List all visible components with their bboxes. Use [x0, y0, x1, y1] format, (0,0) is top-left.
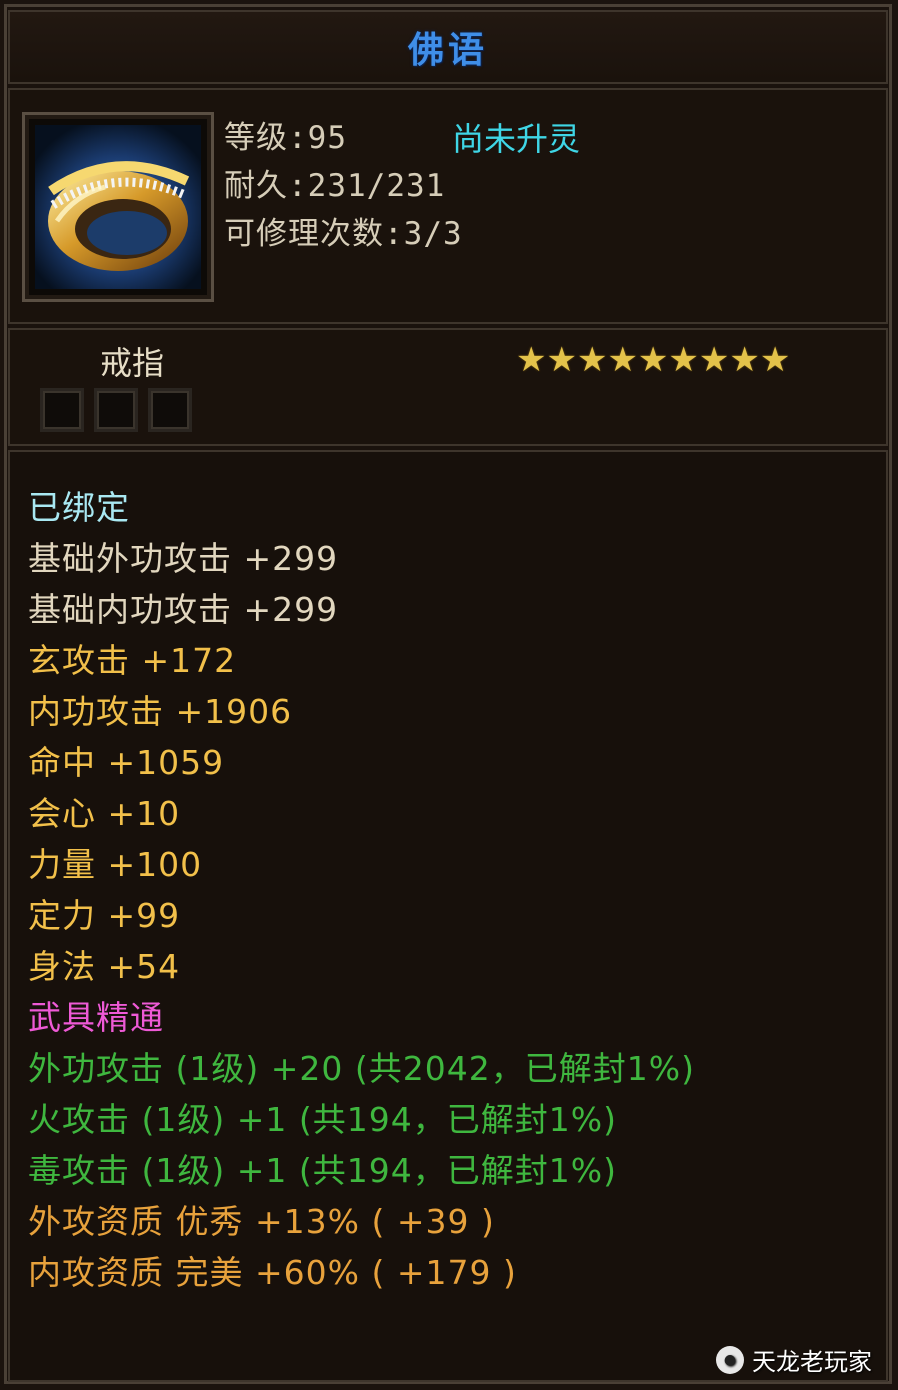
- aptitude-line: 外攻资质 优秀 +13% ( +39 ): [28, 1202, 495, 1241]
- attribute-line: 力量 +100: [28, 845, 203, 884]
- mastery-heading: 武具精通: [28, 998, 164, 1037]
- attribute-list: 已绑定 基础外功攻击 +299 基础内功攻击 +299 玄攻击 +172 内功攻…: [28, 482, 695, 1298]
- item-title: 佛语: [407, 30, 488, 71]
- attribute-line: 基础外功攻击 +299: [28, 539, 339, 578]
- gem-socket[interactable]: [148, 388, 192, 432]
- spirit-status: 尚未升灵: [452, 120, 581, 158]
- mastery-line: 外功攻击 (1级) +20 (共2042，已解封1%): [28, 1049, 695, 1088]
- gem-socket[interactable]: [94, 388, 138, 432]
- tooltip-header: 佛语: [8, 10, 888, 84]
- attribute-line: 内功攻击 +1906: [28, 692, 293, 731]
- attribute-line: 会心 +10: [28, 794, 181, 833]
- watermark: ● 天龙老玩家: [716, 1342, 872, 1377]
- item-level: 等级:95: [224, 120, 347, 156]
- item-repair-count: 可修理次数:3/3: [224, 216, 463, 252]
- gem-socket[interactable]: [40, 388, 84, 432]
- gem-sockets: [40, 388, 192, 432]
- star-rating-stars: ★★★★★★★★★: [516, 340, 791, 380]
- item-icon-slot[interactable]: [22, 112, 214, 302]
- watermark-text: 天龙老玩家: [752, 1348, 872, 1376]
- attribute-line: 玄攻击 +172: [28, 641, 237, 680]
- mastery-line: 火攻击 (1级) +1 (共194，已解封1%): [28, 1100, 617, 1139]
- star-rating: ★★★★★★★★★: [516, 340, 790, 380]
- item-type: 戒指: [100, 344, 165, 382]
- attribute-line: 基础内功攻击 +299: [28, 590, 339, 629]
- attribute-line: 命中 +1059: [28, 743, 225, 782]
- attribute-line: 身法 +54: [28, 947, 181, 986]
- mastery-line: 毒攻击 (1级) +1 (共194，已解封1%): [28, 1151, 617, 1190]
- item-durability: 耐久:231/231: [224, 168, 446, 204]
- bound-status: 已绑定: [28, 488, 130, 527]
- aptitude-line: 内攻资质 完美 +60% ( +179 ): [28, 1253, 517, 1292]
- ring-icon: [35, 125, 201, 289]
- attribute-line: 定力 +99: [28, 896, 181, 935]
- watermark-logo-icon: ●: [716, 1345, 744, 1374]
